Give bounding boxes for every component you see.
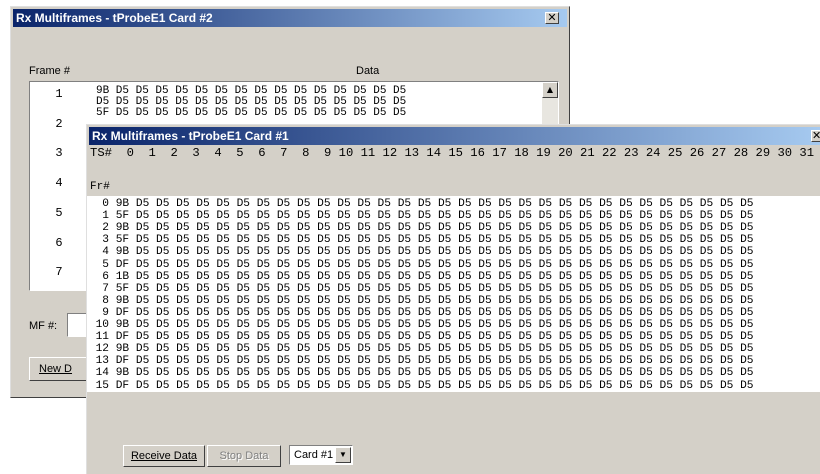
front-window-title: Rx Multiframes - tProbeE1 Card #1 — [92, 129, 289, 143]
multiframe-row: 1 5F D5 D5 D5 D5 D5 D5 D5 D5 D5 D5 D5 D5… — [91, 210, 754, 223]
row-frame-index: 9 — [102, 306, 109, 319]
stop-data-label: Stop Data — [219, 450, 269, 462]
multiframe-row: 11 DF D5 D5 D5 D5 D5 D5 D5 D5 D5 D5 D5 D… — [91, 331, 754, 343]
row-timeslot-data: DF D5 D5 D5 D5 D5 D5 D5 D5 D5 D5 D5 D5 D… — [115, 355, 754, 368]
multiframe-row: 4 9B D5 D5 D5 D5 D5 D5 D5 D5 D5 D5 D5 D5… — [91, 246, 754, 259]
frame-column-label: Frame # — [29, 65, 70, 77]
frame-data-line: 5F D5 D5 D5 D5 D5 D5 D5 D5 D5 D5 D5 D5 D… — [96, 107, 407, 119]
row-frame-index: 3 — [102, 234, 109, 247]
row-frame-index: 1 — [102, 210, 109, 223]
row-timeslot-data: 5F D5 D5 D5 D5 D5 D5 D5 D5 D5 D5 D5 D5 D… — [115, 210, 754, 223]
close-icon: ✕ — [547, 11, 557, 24]
row-frame-index: 12 — [95, 343, 109, 356]
frame-number: 7 — [55, 265, 63, 279]
row-timeslot-data: 9B D5 D5 D5 D5 D5 D5 D5 D5 D5 D5 D5 D5 D… — [115, 319, 754, 331]
frame-number: 6 — [55, 236, 63, 250]
frame-number: 1 — [55, 87, 63, 101]
mf-number-label: MF #: — [29, 320, 58, 332]
row-timeslot-data: 9B D5 D5 D5 D5 D5 D5 D5 D5 D5 D5 D5 D5 D… — [115, 198, 754, 210]
front-window[interactable]: Rx Multiframes - tProbeE1 Card #1 ✕ TS# … — [86, 124, 820, 474]
receive-data-label: Receive Data — [130, 450, 198, 462]
row-timeslot-data: 9B D5 D5 D5 D5 D5 D5 D5 D5 D5 D5 D5 D5 D… — [115, 367, 754, 380]
row-timeslot-data: DF D5 D5 D5 D5 D5 D5 D5 D5 D5 D5 D5 D5 D… — [115, 331, 754, 344]
row-frame-index: 11 — [95, 331, 109, 344]
chevron-down-icon[interactable]: ▼ — [335, 447, 351, 463]
back-window-title: Rx Multiframes - tProbeE1 Card #2 — [16, 11, 213, 25]
multiframe-row: 10 9B D5 D5 D5 D5 D5 D5 D5 D5 D5 D5 D5 D… — [91, 319, 754, 331]
receive-data-button[interactable]: Receive Data — [123, 445, 205, 467]
row-frame-index: 8 — [102, 294, 109, 307]
multiframe-row: 15 DF D5 D5 D5 D5 D5 D5 D5 D5 D5 D5 D5 D… — [91, 380, 754, 392]
row-timeslot-data: 5F D5 D5 D5 D5 D5 D5 D5 D5 D5 D5 D5 D5 D… — [115, 234, 754, 247]
row-timeslot-data: DF D5 D5 D5 D5 D5 D5 D5 D5 D5 D5 D5 D5 D… — [115, 379, 754, 392]
row-frame-index: 4 — [102, 246, 109, 259]
row-frame-index: 15 — [95, 379, 109, 392]
scroll-up-icon[interactable]: ▲ — [542, 82, 558, 98]
frame-number: 2 — [55, 117, 63, 131]
row-frame-index: 0 — [102, 198, 109, 210]
multiframe-row: 6 1B D5 D5 D5 D5 D5 D5 D5 D5 D5 D5 D5 D5… — [91, 270, 754, 283]
frame-index-label: Fr# — [90, 181, 110, 193]
back-window-titlebar[interactable]: Rx Multiframes - tProbeE1 Card #2 — [13, 9, 567, 27]
multiframe-row: 0 9B D5 D5 D5 D5 D5 D5 D5 D5 D5 D5 D5 D5… — [91, 198, 754, 210]
card-select[interactable]: Card #1 ▼ — [289, 445, 353, 465]
row-timeslot-data: 9B D5 D5 D5 D5 D5 D5 D5 D5 D5 D5 D5 D5 D… — [115, 343, 754, 356]
multiframe-row: 3 5F D5 D5 D5 D5 D5 D5 D5 D5 D5 D5 D5 D5… — [91, 234, 754, 247]
frame-number: 4 — [55, 176, 63, 190]
row-timeslot-data: 9B D5 D5 D5 D5 D5 D5 D5 D5 D5 D5 D5 D5 D… — [115, 246, 754, 259]
close-icon: ✕ — [812, 129, 820, 142]
row-frame-index: 10 — [95, 319, 109, 331]
multiframe-row: 7 5F D5 D5 D5 D5 D5 D5 D5 D5 D5 D5 D5 D5… — [91, 282, 754, 295]
row-timeslot-data: 9B D5 D5 D5 D5 D5 D5 D5 D5 D5 D5 D5 D5 D… — [115, 222, 754, 235]
card-select-value: Card #1 — [294, 449, 334, 461]
row-timeslot-data: 1B D5 D5 D5 D5 D5 D5 D5 D5 D5 D5 D5 D5 D… — [115, 270, 754, 283]
multiframe-grid: 0 9B D5 D5 D5 D5 D5 D5 D5 D5 D5 D5 D5 D5… — [87, 196, 820, 392]
row-timeslot-data: DF D5 D5 D5 D5 D5 D5 D5 D5 D5 D5 D5 D5 D… — [115, 258, 754, 271]
multiframe-row: 12 9B D5 D5 D5 D5 D5 D5 D5 D5 D5 D5 D5 D… — [91, 343, 754, 355]
new-data-label: New D — [39, 363, 73, 375]
row-timeslot-data: 9B D5 D5 D5 D5 D5 D5 D5 D5 D5 D5 D5 D5 D… — [115, 294, 754, 307]
multiframe-row: 14 9B D5 D5 D5 D5 D5 D5 D5 D5 D5 D5 D5 D… — [91, 367, 754, 379]
front-window-close-button[interactable]: ✕ — [811, 130, 820, 142]
timeslot-header: TS# 0 1 2 3 4 5 6 7 8 9 10 11 12 13 14 1… — [90, 146, 815, 160]
data-column-label: Data — [356, 65, 380, 77]
row-frame-index: 7 — [102, 282, 109, 295]
row-timeslot-data: 5F D5 D5 D5 D5 D5 D5 D5 D5 D5 D5 D5 D5 D… — [115, 282, 754, 295]
multiframe-row: 2 9B D5 D5 D5 D5 D5 D5 D5 D5 D5 D5 D5 D5… — [91, 222, 754, 235]
front-window-titlebar[interactable]: Rx Multiframes - tProbeE1 Card #1 — [89, 127, 820, 145]
row-frame-index: 5 — [102, 258, 109, 271]
frame-number: 5 — [55, 206, 63, 220]
stop-data-button[interactable]: Stop Data — [207, 445, 281, 467]
frame-number-column: 1 2 3 4 5 6 7 — [30, 82, 88, 290]
row-frame-index: 6 — [102, 270, 109, 283]
back-window-close-button[interactable]: ✕ — [545, 12, 559, 24]
row-timeslot-data: DF D5 D5 D5 D5 D5 D5 D5 D5 D5 D5 D5 D5 D… — [115, 306, 754, 319]
row-frame-index: 2 — [102, 222, 109, 235]
multiframe-row: 9 DF D5 D5 D5 D5 D5 D5 D5 D5 D5 D5 D5 D5… — [91, 306, 754, 319]
multiframe-row: 5 DF D5 D5 D5 D5 D5 D5 D5 D5 D5 D5 D5 D5… — [91, 258, 754, 271]
multiframe-row: 8 9B D5 D5 D5 D5 D5 D5 D5 D5 D5 D5 D5 D5… — [91, 294, 754, 307]
frame-number: 3 — [55, 146, 63, 160]
row-frame-index: 14 — [95, 367, 109, 380]
row-frame-index: 13 — [95, 355, 109, 368]
multiframe-row: 13 DF D5 D5 D5 D5 D5 D5 D5 D5 D5 D5 D5 D… — [91, 355, 754, 367]
